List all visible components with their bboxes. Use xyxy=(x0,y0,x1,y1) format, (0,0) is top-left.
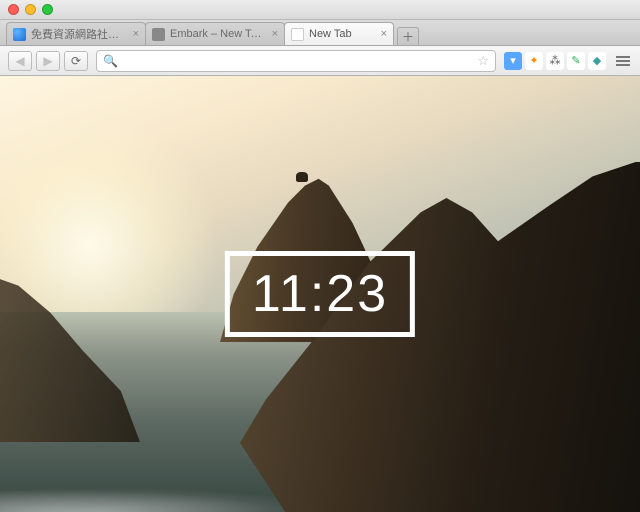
tab-label: Embark – New Tab Page … xyxy=(170,28,267,40)
address-bar[interactable]: 🔍 ☆ xyxy=(96,50,496,72)
back-button[interactable]: ◀ xyxy=(8,51,32,71)
favicon-icon xyxy=(13,28,26,41)
search-icon: 🔍 xyxy=(103,54,118,68)
traffic-light-zoom[interactable] xyxy=(42,4,53,15)
extensions-area: ▾✦⁂✎◆ xyxy=(504,52,606,70)
traffic-light-minimize[interactable] xyxy=(25,4,36,15)
tab-1[interactable]: Embark – New Tab Page … × xyxy=(145,22,285,45)
page-content: 11:23 xyxy=(0,76,640,512)
clock-widget: 11:23 xyxy=(225,251,415,337)
ext-down-arrow[interactable]: ▾ xyxy=(504,52,522,70)
clock-time: 11:23 xyxy=(252,264,388,324)
browser-window: 免費資源網路社群｜免費資… × Embark – New Tab Page … … xyxy=(0,0,640,512)
tab-close-icon[interactable]: × xyxy=(133,29,139,40)
ext-diamond[interactable]: ◆ xyxy=(588,52,606,70)
traffic-light-close[interactable] xyxy=(8,4,19,15)
ext-evernote[interactable]: ✎ xyxy=(567,52,585,70)
nav-buttons: ◀ ▶ ⟳ xyxy=(8,51,88,71)
chrome-menu-icon[interactable] xyxy=(614,53,632,69)
macos-titlebar xyxy=(0,0,640,20)
ext-orange[interactable]: ✦ xyxy=(525,52,543,70)
reload-button[interactable]: ⟳ xyxy=(64,51,88,71)
new-tab-button[interactable]: ＋ xyxy=(397,27,419,45)
toolbar: ◀ ▶ ⟳ 🔍 ☆ ▾✦⁂✎◆ xyxy=(0,46,640,76)
tab-0[interactable]: 免費資源網路社群｜免費資… × xyxy=(6,22,146,45)
ext-cluster[interactable]: ⁂ xyxy=(546,52,564,70)
bookmark-star-icon[interactable]: ☆ xyxy=(477,53,489,69)
tab-close-icon[interactable]: × xyxy=(381,29,387,40)
tab-label: 免費資源網路社群｜免費資… xyxy=(31,26,128,42)
tab-2[interactable]: New Tab × xyxy=(284,22,394,45)
tab-close-icon[interactable]: × xyxy=(272,29,278,40)
tab-strip: 免費資源網路社群｜免費資… × Embark – New Tab Page … … xyxy=(0,20,640,46)
tab-label: New Tab xyxy=(309,28,376,40)
favicon-icon xyxy=(152,28,165,41)
forward-button[interactable]: ▶ xyxy=(36,51,60,71)
favicon-icon xyxy=(291,28,304,41)
